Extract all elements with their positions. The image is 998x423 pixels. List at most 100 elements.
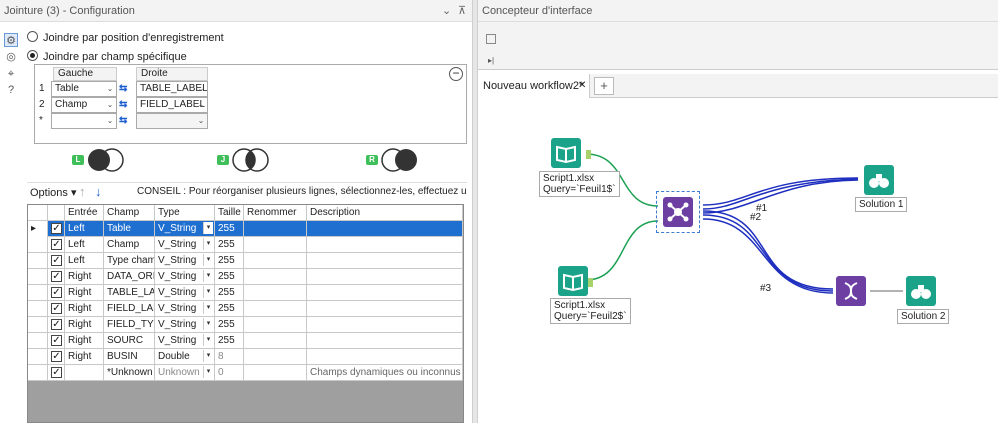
chevron-down-icon: ⌄ (106, 100, 114, 109)
tag-icon[interactable]: ⌖ (4, 67, 18, 81)
collapse-icon[interactable]: ⌄ (442, 0, 451, 22)
row-indicator[interactable]: ▸ (28, 221, 48, 237)
cell-desc[interactable] (307, 269, 463, 285)
right-join-venn[interactable]: R (366, 146, 422, 174)
cell-desc[interactable] (307, 317, 463, 333)
table-row[interactable]: ✓ Right SOURC V_String ▾ 255 (28, 333, 463, 349)
row-indicator[interactable] (28, 237, 48, 253)
arrow-down-icon[interactable]: ↓ (95, 184, 102, 199)
arrow-up-icon[interactable]: ↑ (79, 184, 86, 199)
left-join-venn[interactable]: L (72, 146, 128, 174)
chevron-down-icon[interactable]: ▾ (203, 238, 213, 250)
remove-row-icon[interactable]: − (449, 67, 463, 81)
cell-rename[interactable] (244, 269, 307, 285)
table-row[interactable]: ✓ Right BUSIN Double ▾ 8 (28, 349, 463, 365)
settings-icon[interactable]: ⚙ (4, 33, 18, 47)
cell-desc[interactable] (307, 253, 463, 269)
table-row[interactable]: ▸ ✓ Left Table V_String ▾ 255 (28, 221, 463, 237)
table-row[interactable]: ✓RightTABLE_LAB...V_String▾255 (28, 285, 463, 301)
select-field-checkbox[interactable]: ✓ (51, 271, 62, 282)
cell-desc[interactable] (307, 333, 463, 349)
options-button[interactable]: Options ▾ (30, 186, 77, 199)
select-field-checkbox[interactable]: ✓ (51, 223, 62, 234)
formula-tool[interactable] (836, 276, 866, 306)
select-field-checkbox[interactable]: ✓ (51, 367, 62, 378)
join-by-position-option[interactable]: Joindre par position d'enregistrement (27, 31, 224, 44)
right-field-select[interactable]: TABLE_LABEL ⌄ (136, 81, 208, 97)
cell-rename[interactable] (244, 221, 307, 237)
cell-desc[interactable] (307, 237, 463, 253)
cell-rename[interactable] (244, 285, 307, 301)
cell-rename[interactable] (244, 333, 307, 349)
help-annotation-icon[interactable]: ◎ (4, 50, 18, 64)
output-anchor[interactable] (588, 278, 593, 287)
row-indicator[interactable] (28, 349, 48, 365)
input-tool-2[interactable] (558, 266, 588, 296)
chevron-down-icon[interactable]: ▾ (203, 302, 213, 314)
select-field-checkbox[interactable]: ✓ (51, 239, 62, 250)
close-icon[interactable]: ✕ (578, 80, 586, 91)
join-tool-selection[interactable] (656, 191, 700, 233)
browse-tool-1[interactable] (864, 165, 894, 195)
select-field-checkbox[interactable]: ✓ (51, 351, 62, 362)
chevron-down-icon[interactable]: ▾ (203, 366, 213, 378)
radio-selected-icon[interactable] (27, 50, 38, 61)
cell-desc[interactable] (307, 349, 463, 365)
table-row[interactable]: ✓ Left Champ V_String ▾ 255 (28, 237, 463, 253)
right-field-select[interactable]: ⌄ (136, 113, 208, 129)
chevron-down-icon[interactable]: ▾ (203, 350, 213, 362)
input-tool-1[interactable] (551, 138, 581, 168)
row-indicator[interactable] (28, 333, 48, 349)
row-indicator[interactable] (28, 301, 48, 317)
row-indicator[interactable] (28, 253, 48, 269)
table-row[interactable]: ✓ *Unknown Unknown ▾ 0 Champs dynamiques ou i… (28, 365, 463, 381)
row-indicator[interactable] (28, 365, 48, 381)
cell-desc[interactable] (307, 301, 463, 317)
table-row[interactable]: ✓RightDATA_ORI...V_String▾255 (28, 269, 463, 285)
join-tool[interactable] (663, 197, 693, 227)
question-icon[interactable]: ? (4, 83, 18, 97)
chevron-down-icon[interactable]: ▾ (203, 286, 213, 298)
left-field-select[interactable]: ⌄ (51, 113, 117, 129)
radio-icon[interactable] (27, 31, 38, 42)
inner-join-venn[interactable]: J (217, 146, 273, 174)
chevron-down-icon[interactable]: ▾ (203, 254, 213, 266)
browse-tool-2[interactable] (906, 276, 936, 306)
chevron-down-icon: ⌄ (106, 116, 114, 125)
cell-rename[interactable] (244, 253, 307, 269)
chevron-down-icon[interactable]: ▾ (203, 270, 213, 282)
book-icon (556, 145, 576, 164)
tab-workflow[interactable]: Nouveau workflow2* ✕ (478, 74, 590, 98)
add-tab-button[interactable]: + (594, 77, 614, 95)
select-field-checkbox[interactable]: ✓ (51, 255, 62, 266)
cell-desc[interactable] (307, 285, 463, 301)
chevron-down-icon[interactable]: ▾ (203, 334, 213, 346)
row-indicator[interactable] (28, 269, 48, 285)
cell-rename[interactable] (244, 317, 307, 333)
output-anchor[interactable] (586, 150, 591, 159)
select-field-checkbox[interactable]: ✓ (51, 303, 62, 314)
select-field-checkbox[interactable]: ✓ (51, 319, 62, 330)
cell-desc[interactable]: Champs dynamiques ou inconnus (307, 365, 463, 381)
table-row[interactable]: ✓LeftType champV_String▾255 (28, 253, 463, 269)
chevron-down-icon[interactable]: ▾ (203, 222, 213, 234)
join-by-field-option[interactable]: Joindre par champ spécifique (27, 50, 187, 63)
row-indicator[interactable] (28, 285, 48, 301)
row-indicator[interactable] (28, 317, 48, 333)
table-row[interactable]: ✓RightFIELD_LABELV_String▾255 (28, 301, 463, 317)
left-field-select[interactable]: Table ⌄ (51, 81, 117, 97)
cell-rename[interactable] (244, 365, 307, 381)
cell-rename[interactable] (244, 349, 307, 365)
select-field-checkbox[interactable]: ✓ (51, 287, 62, 298)
toolbar-icon[interactable]: ▸| (488, 56, 494, 65)
cell-rename[interactable] (244, 301, 307, 317)
cell-desc[interactable] (307, 221, 463, 237)
cell-rename[interactable] (244, 237, 307, 253)
layout-icon[interactable] (486, 34, 496, 44)
select-field-checkbox[interactable]: ✓ (51, 335, 62, 346)
left-field-select[interactable]: Champ ⌄ (51, 97, 117, 113)
table-row[interactable]: ✓RightFIELD_TYPEV_String▾255 (28, 317, 463, 333)
pin-icon[interactable]: ⊼ (458, 0, 466, 22)
chevron-down-icon[interactable]: ▾ (203, 318, 213, 330)
right-field-select[interactable]: FIELD_LABEL ⌄ (136, 97, 208, 113)
